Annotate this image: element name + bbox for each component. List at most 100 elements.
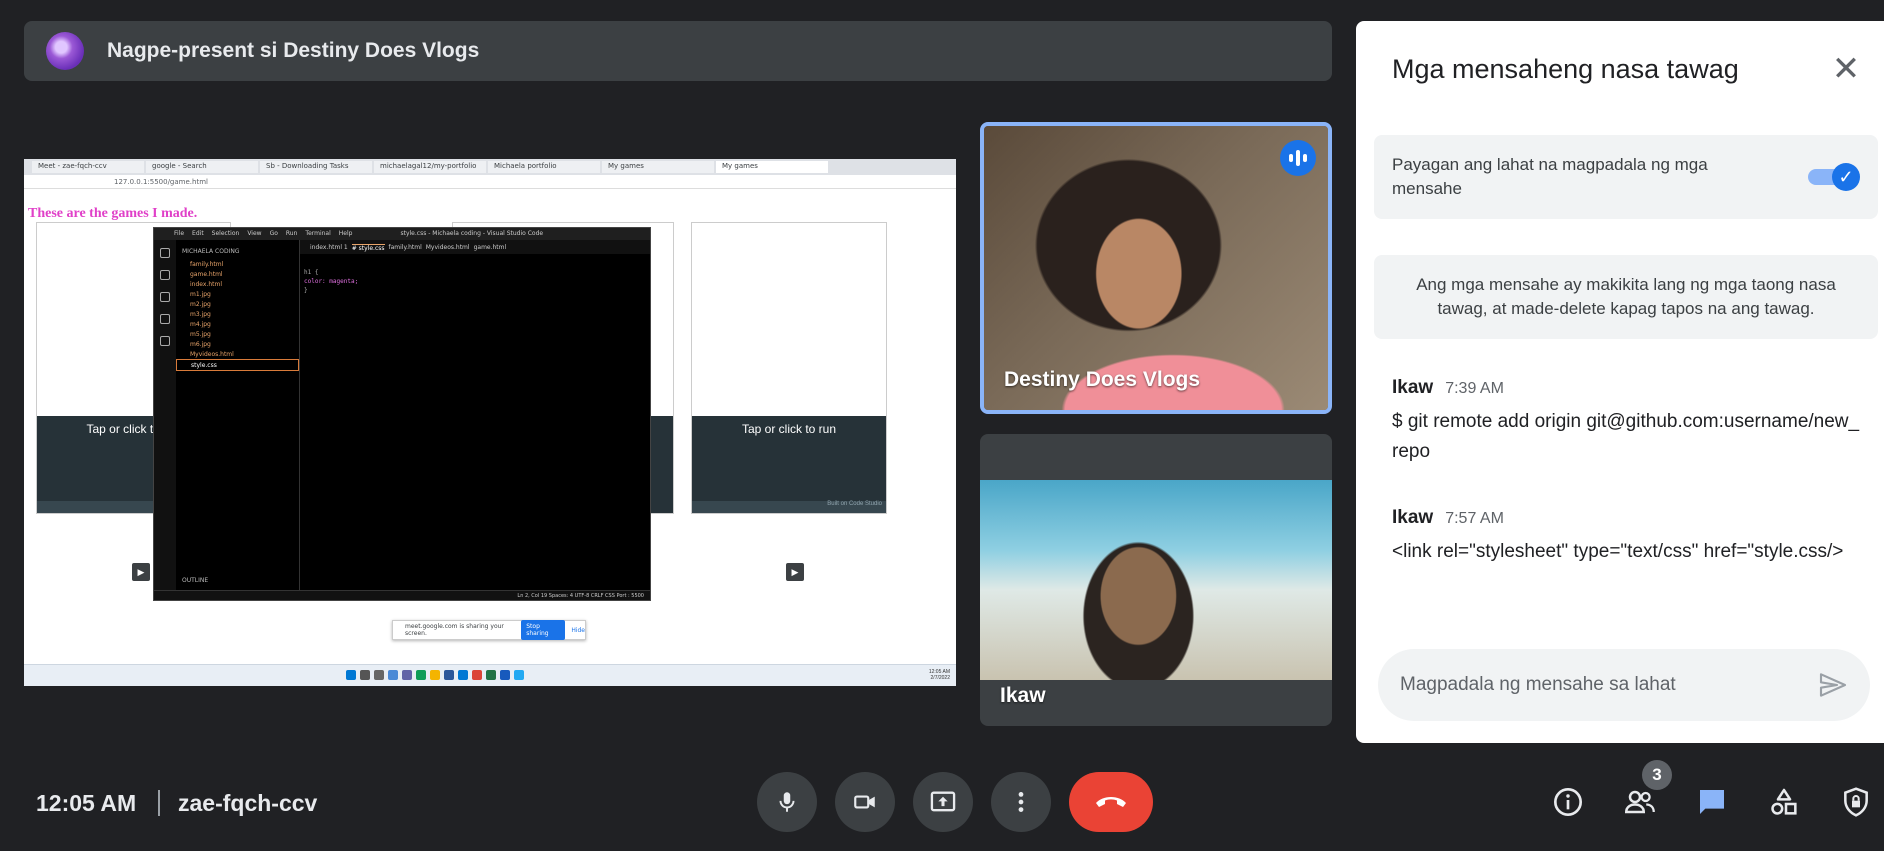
explorer-file: m4.jpg <box>190 320 211 328</box>
taskbar-date: 2/7/2022 <box>930 675 950 681</box>
vscode-menu-item: View <box>247 230 262 237</box>
game-card-footer: Built on Code Studio <box>692 501 886 513</box>
allow-messages-toggle[interactable]: ✓ <box>1808 163 1860 191</box>
host-controls-button[interactable] <box>1834 780 1878 824</box>
vscode-menu-item: Selection <box>211 230 240 237</box>
microphone-button[interactable] <box>757 772 817 832</box>
code-line: h1 { <box>304 269 319 276</box>
browser-tab: Sb - Downloading Tasks <box>260 161 372 173</box>
activities-button[interactable] <box>1762 780 1806 824</box>
explorer-file: m5.jpg <box>190 330 211 338</box>
search-icon <box>160 270 170 280</box>
code-line: } <box>304 287 308 294</box>
present-screen-button[interactable] <box>913 772 973 832</box>
mail-icon <box>458 670 468 680</box>
present-screen-icon <box>930 791 956 812</box>
chat-info-notice: Ang mga mensahe ay makikita lang ng mga … <box>1374 255 1878 339</box>
vscode-menu-item: Go <box>269 230 278 237</box>
browser-tab: michaelagal12/my-portfolio <box>374 161 486 173</box>
play-icon: ▶ <box>132 563 150 581</box>
speaking-indicator-icon <box>1280 140 1316 176</box>
presenter-banner-text: Nagpe-present si Destiny Does Vlogs <box>107 39 480 62</box>
more-options-button[interactable] <box>991 772 1051 832</box>
allow-messages-setting: Payagan ang lahat na magpadala ng mga me… <box>1374 135 1878 219</box>
vscode-status-bar: Ln 2, Col 19 Spaces: 4 UTF-8 CRLF CSS Po… <box>154 590 650 600</box>
game-card: Tap or click to run Built on Code Studio <box>691 222 887 514</box>
share-bar-text: meet.google.com is sharing your screen. <box>405 623 504 637</box>
task-view-icon <box>374 670 384 680</box>
browser-tab: google - Search <box>146 161 258 173</box>
store-icon <box>444 670 454 680</box>
leave-call-button[interactable] <box>1069 772 1153 832</box>
check-icon: ✓ <box>1832 163 1860 191</box>
shield-lock-icon <box>1844 787 1868 817</box>
explorer-header: MICHAELA CODING <box>182 248 240 255</box>
message-text: $ git remote add origin git@github.com:u… <box>1392 411 1860 462</box>
chat-message: Ikaw 7:39 AM $ git remote add origin git@… <box>1392 377 1862 467</box>
files-icon <box>160 248 170 258</box>
vscode-titlebar: File Edit Selection View Go Run Terminal… <box>154 228 650 240</box>
extensions-icon <box>160 336 170 346</box>
screen-share-bar: meet.google.com is sharing your screen. … <box>392 620 586 640</box>
participant-tile-destiny[interactable]: Destiny Does Vlogs <box>980 122 1332 414</box>
play-icon: ▶ <box>786 563 804 581</box>
explorer-file: family.html <box>190 260 224 268</box>
widgets-icon <box>388 670 398 680</box>
editor-tab: game.html <box>473 244 507 251</box>
explorer-file: index.html <box>190 280 222 288</box>
info-icon <box>1554 788 1582 816</box>
participant-video <box>980 480 1332 680</box>
vscode-menu-item: Edit <box>192 230 204 237</box>
chat-message-input[interactable] <box>1400 667 1800 703</box>
more-vert-icon <box>1018 792 1024 812</box>
participant-name: Ikaw <box>1000 684 1046 707</box>
message-time: 7:39 AM <box>1445 380 1504 397</box>
message-sender: Ikaw <box>1392 507 1434 528</box>
meeting-details-button[interactable] <box>1546 780 1590 824</box>
shared-screen: Meet - zae-fqch-ccv google - Search Sb -… <box>24 159 956 686</box>
allow-messages-label: Payagan ang lahat na magpadala ng mga me… <box>1392 155 1708 198</box>
word-icon <box>500 670 510 680</box>
source-control-icon <box>160 292 170 302</box>
editor-tab: family.html <box>388 244 422 251</box>
participant-tile-self[interactable]: Ikaw <box>980 434 1332 726</box>
vscode-explorer: MICHAELA CODING family.html game.html in… <box>176 240 300 590</box>
explorer-file: m3.jpg <box>190 310 211 318</box>
vscode-icon <box>514 670 524 680</box>
people-icon <box>1624 790 1655 814</box>
browser-tab: Michaela portfolio <box>488 161 600 173</box>
presenter-avatar <box>46 32 84 70</box>
explorer-file: m1.jpg <box>190 290 211 298</box>
chat-button[interactable] <box>1690 780 1734 824</box>
chat-icon <box>402 670 412 680</box>
vscode-window-title: style.css - Michaela coding - Visual Stu… <box>400 230 544 237</box>
message-sender: Ikaw <box>1392 377 1434 398</box>
message-time: 7:57 AM <box>1445 510 1504 527</box>
browser-address-bar: 127.0.0.1:5500/game.html <box>24 175 956 189</box>
game-run-label: Tap or click to run <box>741 422 837 436</box>
stop-sharing-button: Stop sharing <box>521 620 566 640</box>
close-icon[interactable]: ✕ <box>1826 49 1866 89</box>
camera-button[interactable] <box>835 772 895 832</box>
editor-tab: index.html 1 <box>310 244 348 251</box>
explorer-file: Myvideos.html <box>190 350 234 358</box>
taskbar-icons <box>346 670 524 680</box>
hide-share-bar-button: Hide <box>571 626 585 634</box>
code-line: color: magenta; <box>304 278 359 285</box>
vscode-code-editor: h1 { color: magenta; } <box>304 268 358 295</box>
microphone-icon <box>779 792 795 812</box>
explorer-file-selected: style.css <box>176 359 299 371</box>
send-icon[interactable] <box>1816 669 1850 701</box>
chat-compose <box>1378 649 1870 721</box>
vscode-window: File Edit Selection View Go Run Terminal… <box>153 227 651 601</box>
participant-name: Destiny Does Vlogs <box>1004 368 1201 391</box>
browser-tab: Meet - zae-fqch-ccv <box>32 161 144 173</box>
explorer-file: m6.jpg <box>190 340 211 348</box>
chat-panel: Mga mensaheng nasa tawag ✕ Payagan ang l… <box>1356 21 1884 743</box>
camera-icon <box>854 795 875 809</box>
end-call-icon <box>1096 797 1126 807</box>
chat-panel-title: Mga mensaheng nasa tawag <box>1392 54 1739 84</box>
vscode-menu-item: Run <box>285 230 298 237</box>
search-icon <box>360 670 370 680</box>
edge-icon <box>416 670 426 680</box>
